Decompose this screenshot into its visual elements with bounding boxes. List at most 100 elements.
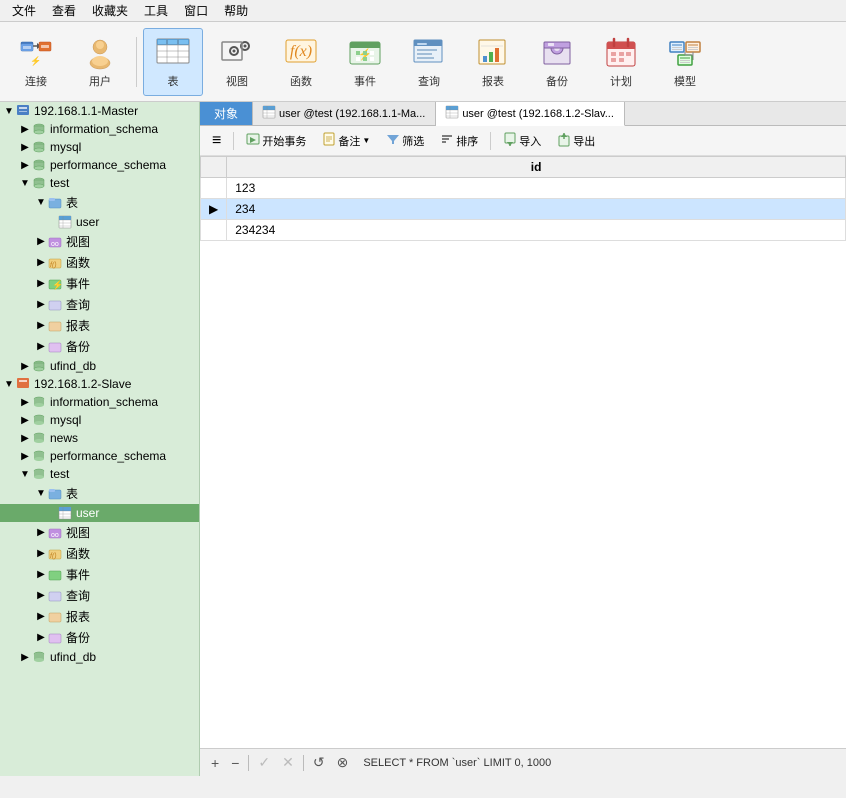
add-row-button[interactable]: +	[208, 755, 222, 771]
export-button[interactable]: 导出	[551, 130, 601, 151]
table-label: 表	[168, 73, 179, 89]
slave-db-ufind[interactable]: ▶ ufind_db	[0, 648, 199, 666]
function-button[interactable]: f(x) 函数	[271, 28, 331, 96]
backup-note-button[interactable]: 备注 ▼	[316, 130, 376, 151]
event-button[interactable]: ⚡ 事件	[335, 28, 395, 96]
svg-text:f(): f()	[50, 262, 57, 269]
database-icon-2	[32, 140, 48, 154]
sort-button[interactable]: 排序	[434, 130, 484, 151]
query-button[interactable]: 查询	[399, 28, 459, 96]
menu-tools[interactable]: 工具	[136, 0, 176, 21]
sort-icon	[440, 132, 454, 149]
id-cell-2[interactable]: 234	[227, 199, 846, 220]
m-ps-arrow: ▶	[18, 160, 32, 171]
menu-file[interactable]: 文件	[4, 0, 44, 21]
slave-rpt-node[interactable]: ▶ 报表	[0, 606, 199, 627]
filter-button[interactable]: 筛选	[380, 130, 430, 151]
query-icon	[411, 35, 447, 71]
user-button[interactable]: 用户	[70, 28, 130, 96]
tab2-label: user @test (192.168.1.2-Slav...	[462, 108, 614, 120]
filter-label: 筛选	[402, 133, 424, 149]
master-queries-node[interactable]: ▶ 查询	[0, 294, 199, 315]
slave-db-ps[interactable]: ▶ performance_schema	[0, 447, 199, 465]
svg-text:f(x): f(x)	[290, 43, 312, 60]
slave-func-node[interactable]: ▶ f() 函数	[0, 543, 199, 564]
delete-row-button[interactable]: −	[228, 755, 242, 771]
menu-view[interactable]: 查看	[44, 0, 84, 21]
backup-label: 备份	[546, 73, 568, 89]
master-db-information-schema[interactable]: ▶ information_schema	[0, 120, 199, 138]
connect-button[interactable]: ⚡ 连接	[6, 28, 66, 96]
master-reports-node[interactable]: ▶ 报表	[0, 315, 199, 336]
report-button[interactable]: 报表	[463, 28, 523, 96]
view-button[interactable]: 视图	[207, 28, 267, 96]
m-mysql-label: mysql	[50, 140, 81, 154]
slave-views-node[interactable]: ▶ oo 视图	[0, 522, 199, 543]
master-db-test[interactable]: ▼ test	[0, 174, 199, 192]
model-button[interactable]: 模型	[655, 28, 715, 96]
master-views-node[interactable]: ▶ oo 视图	[0, 231, 199, 252]
menu-help[interactable]: 帮助	[216, 0, 256, 21]
data-table-wrapper[interactable]: id 123 ▶ 234 234234	[200, 156, 846, 748]
slave-evt-node[interactable]: ▶ 事件	[0, 564, 199, 585]
objects-tab-label: 对象	[214, 105, 238, 122]
master-db-performance-schema[interactable]: ▶ performance_schema	[0, 156, 199, 174]
slave-test-label: test	[50, 467, 69, 481]
confirm-button[interactable]: ✓	[255, 754, 273, 771]
hamburger-menu-button[interactable]: ≡	[206, 130, 227, 152]
objects-tab[interactable]: 对象	[200, 102, 253, 125]
master-connection[interactable]: ▼ 192.168.1.1-Master	[0, 102, 199, 120]
tab-slave-user[interactable]: user @test (192.168.1.2-Slav...	[436, 102, 625, 126]
master-db-mysql[interactable]: ▶ mysql	[0, 138, 199, 156]
begin-transaction-icon	[246, 132, 260, 149]
slave-db-is[interactable]: ▶ information_schema	[0, 393, 199, 411]
id-cell-3[interactable]: 234234	[227, 220, 846, 241]
backup-note-dropdown-icon: ▼	[362, 136, 370, 145]
menu-window[interactable]: 窗口	[176, 0, 216, 21]
slave-db-test[interactable]: ▼ test	[0, 465, 199, 483]
import-button[interactable]: 导入	[497, 130, 547, 151]
slave-label: 192.168.1.2-Slave	[34, 377, 131, 391]
slave-bak-node[interactable]: ▶ 备份	[0, 627, 199, 648]
table-row[interactable]: 234234	[201, 220, 846, 241]
table-row[interactable]: ▶ 234	[201, 199, 846, 220]
slave-connection[interactable]: ▼ 192.168.1.2-Slave	[0, 375, 199, 393]
master-backup-node[interactable]: ▶ 备份	[0, 336, 199, 357]
master-functions-node[interactable]: ▶ f() 函数	[0, 252, 199, 273]
slave-evt-label: 事件	[66, 566, 90, 583]
refresh-button[interactable]: ↺	[310, 754, 328, 771]
toolbar: ⚡ 连接 用户	[0, 22, 846, 102]
begin-transaction-label: 开始事务	[262, 133, 306, 149]
server-icon	[16, 104, 32, 118]
slave-db-news[interactable]: ▶ news	[0, 429, 199, 447]
cancel-button[interactable]: ✕	[279, 754, 297, 771]
row-arrow-cell-3	[201, 220, 227, 241]
stop-button[interactable]: ⊗	[334, 754, 352, 771]
schedule-button[interactable]: 计划	[591, 28, 651, 96]
user-icon	[82, 35, 118, 71]
table-button[interactable]: 表	[143, 28, 203, 96]
slave-db-icon-5	[32, 467, 48, 481]
master-events-node[interactable]: ▶ ⚡ 事件	[0, 273, 199, 294]
id-cell-1[interactable]: 123	[227, 178, 846, 199]
slave-tables-node[interactable]: ▼ 表	[0, 483, 199, 504]
backup-folder-icon	[48, 340, 64, 354]
connect-label: 连接	[25, 73, 47, 89]
table-row[interactable]: 123	[201, 178, 846, 199]
model-label: 模型	[674, 73, 696, 89]
view-icon	[219, 35, 255, 71]
slave-user-table[interactable]: user	[0, 504, 199, 522]
master-tables-node[interactable]: ▼ 表	[0, 192, 199, 213]
tab-master-user[interactable]: user @test (192.168.1.1-Ma...	[253, 102, 436, 125]
id-column-header[interactable]: id	[227, 157, 846, 178]
menu-favorites[interactable]: 收藏夹	[84, 0, 136, 21]
slave-qry-label: 查询	[66, 587, 90, 604]
slave-db-mysql[interactable]: ▶ mysql	[0, 411, 199, 429]
begin-transaction-button[interactable]: 开始事务	[240, 130, 312, 151]
master-db-ufind[interactable]: ▶ ufind_db	[0, 357, 199, 375]
backup-button[interactable]: 备份	[527, 28, 587, 96]
master-user-table[interactable]: user	[0, 213, 199, 231]
tab1-label: user @test (192.168.1.1-Ma...	[279, 108, 425, 120]
slave-qry-node[interactable]: ▶ 查询	[0, 585, 199, 606]
database-icon-4	[32, 176, 48, 190]
